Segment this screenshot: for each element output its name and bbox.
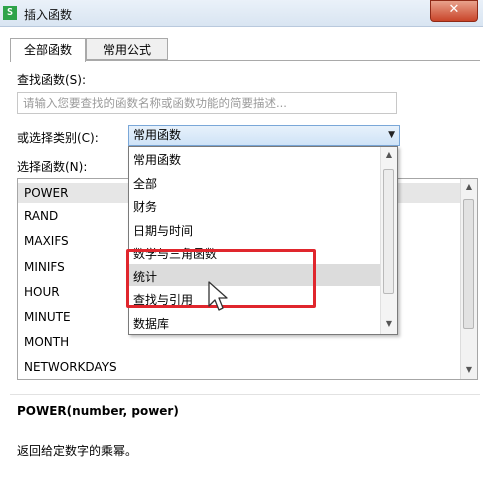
dialog-title: 插入函数: [24, 8, 73, 22]
dropdown-scroll-up-icon[interactable]: ▲: [381, 150, 397, 159]
function-item-minute[interactable]: MINUTE: [24, 310, 71, 324]
function-item-month[interactable]: MONTH: [24, 335, 69, 349]
category-option-finance[interactable]: 财务: [133, 198, 157, 215]
title-bar: S 插入函数 ✕: [0, 0, 483, 27]
details-separator: [10, 394, 480, 395]
category-option-all[interactable]: 全部: [133, 175, 157, 192]
scroll-up-icon[interactable]: ▲: [461, 182, 477, 191]
app-icon: S: [3, 6, 17, 20]
category-option-common[interactable]: 常用函数: [133, 151, 181, 168]
function-item-rand[interactable]: RAND: [24, 209, 58, 223]
category-option-database[interactable]: 数据库: [133, 315, 169, 332]
function-item-hour[interactable]: HOUR: [24, 285, 60, 299]
dropdown-scrollbar-thumb[interactable]: [383, 169, 394, 294]
mouse-cursor-icon: [208, 281, 228, 311]
tab-all-functions[interactable]: 全部函数: [10, 38, 86, 62]
category-option-datetime[interactable]: 日期与时间: [133, 222, 193, 239]
function-description: 返回给定数字的乘幂。: [17, 444, 138, 458]
chevron-down-icon: ▼: [388, 130, 395, 140]
function-list-scrollbar[interactable]: ▲ ▼: [460, 179, 477, 379]
tab-common-formulas[interactable]: 常用公式: [86, 38, 168, 60]
function-item-maxifs[interactable]: MAXIFS: [24, 234, 69, 248]
function-item-minifs[interactable]: MINIFS: [24, 260, 65, 274]
function-signature: POWER(number, power): [17, 404, 179, 418]
close-button[interactable]: ✕: [430, 0, 478, 22]
category-selected-value: 常用函数: [133, 128, 182, 142]
dropdown-scrollbar[interactable]: ▲ ▼: [380, 147, 397, 334]
function-list-label: 选择函数(N):: [17, 160, 88, 174]
dropdown-scroll-down-icon[interactable]: ▼: [381, 319, 397, 328]
function-item-networkdays[interactable]: NETWORKDAYS: [24, 360, 117, 374]
category-label: 或选择类别(C):: [17, 131, 99, 145]
scrollbar-thumb[interactable]: [463, 199, 474, 329]
search-label: 查找函数(S):: [17, 73, 87, 87]
scroll-down-icon[interactable]: ▼: [461, 365, 477, 374]
search-input[interactable]: 请输入您要查找的函数名称或函数功能的简要描述...: [17, 92, 397, 114]
category-select[interactable]: 常用函数 ▼: [128, 125, 400, 146]
